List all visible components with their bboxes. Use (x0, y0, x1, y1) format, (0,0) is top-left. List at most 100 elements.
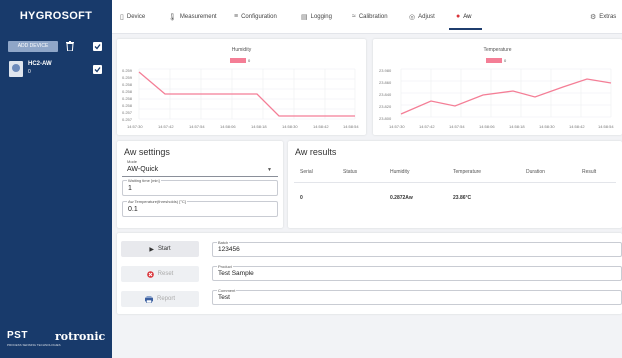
results-humidity: 0.2872Aw (390, 195, 413, 201)
product-field[interactable]: Product Test Sample (212, 264, 622, 281)
waiting-time-field[interactable]: Waiting time [min] 1 (122, 178, 278, 196)
tab-label: Extras (599, 14, 617, 20)
comment-field[interactable]: Comment Test (212, 288, 622, 305)
threshold-field[interactable]: Aw Temperature(thresholds) [°C] 0.1 (122, 199, 278, 217)
results-header-humidity: Humidity (390, 169, 410, 175)
tab-configuration[interactable]: ≡ Configuration (234, 13, 277, 20)
y-tick: 0.257 (122, 110, 133, 115)
x-tick: 14:58:30 (282, 124, 298, 129)
results-header-temperature: Temperature (453, 169, 482, 175)
y-tick: 0.259 (122, 68, 133, 73)
mode-value: AW-Quick (127, 166, 159, 173)
y-tick: 0.257 (122, 117, 133, 122)
add-device-button[interactable]: ADD DEVICE (8, 41, 58, 52)
temperature-chart-card: Temperature 0 23.980 23.860 23.840 23.82… (373, 39, 622, 135)
pst-logo-tagline: PROCESS SENSING TECHNOLOGIES (7, 343, 61, 347)
humidity-chart-card: Humidity 0 0.259 0.259 0.258 0.258 0.258… (117, 39, 366, 135)
device-icon: ▯ (120, 14, 124, 21)
calibration-icon: ≈ (352, 13, 356, 20)
tab-label: Measurement (179, 14, 217, 20)
aw-settings-title: Aw settings (124, 147, 170, 157)
results-divider (294, 182, 616, 183)
waiting-time-label: Waiting time [min] (127, 178, 161, 183)
threshold-value: 0.1 (128, 206, 138, 213)
x-tick: 14:57:30 (127, 124, 143, 129)
y-tick: 23.840 (379, 92, 392, 97)
gear-icon: ⚙ (590, 14, 597, 21)
product-value: Test Sample (218, 270, 254, 277)
y-tick: 0.258 (122, 82, 133, 87)
tab-label: Device (126, 14, 146, 20)
sliders-icon: ≡ (234, 13, 239, 20)
x-tick: 14:58:18 (509, 124, 525, 129)
mode-label: Mode (126, 159, 139, 164)
aw-results-title: Aw results (295, 147, 337, 157)
chevron-down-icon: ▼ (267, 167, 272, 173)
x-tick: 14:58:42 (313, 124, 329, 129)
device-name[interactable]: HC2-AW (28, 61, 52, 67)
device-checkbox[interactable] (93, 65, 102, 74)
report-button[interactable]: Report (121, 291, 199, 307)
tab-calibration[interactable]: ≈ Calibration (352, 13, 388, 20)
top-nav: ▯ Device 🌡︎ Measurement ≡ Configuration … (112, 0, 622, 34)
y-tick: 0.259 (122, 75, 133, 80)
trash-icon[interactable] (66, 41, 74, 51)
results-serial: 0 (300, 195, 303, 201)
x-tick: 14:57:30 (389, 124, 405, 129)
water-drop-icon: ● (456, 13, 461, 20)
y-tick: 23.860 (379, 80, 392, 85)
rotronic-logo: rotronic (55, 330, 106, 343)
batch-value: 123456 (218, 246, 240, 253)
humidity-series-line (138, 71, 355, 117)
y-tick: 0.258 (122, 96, 133, 101)
comment-value: Test (218, 294, 230, 301)
x-tick: 14:58:30 (539, 124, 555, 129)
x-tick: 14:58:06 (479, 124, 495, 129)
tab-label: Calibration (358, 13, 388, 20)
device-serial: 0 (28, 69, 31, 75)
y-tick: 23.800 (379, 116, 392, 121)
results-temperature: 23.86°C (453, 195, 472, 201)
tab-aw[interactable]: ● Aw (456, 13, 471, 20)
select-all-checkbox[interactable] (93, 42, 102, 51)
comment-label: Comment (217, 288, 237, 293)
temperature-series-line (400, 78, 612, 115)
device-icon (9, 61, 23, 77)
tab-logging[interactable]: ▤ Logging (301, 13, 332, 21)
results-header-result: Result (582, 169, 597, 175)
tab-adjust[interactable]: ◎ Adjust (409, 13, 435, 21)
results-header-status: Status (343, 169, 358, 175)
x-tick: 14:58:54 (598, 124, 614, 129)
aw-results-card: Aw results (288, 141, 622, 228)
humidity-plot: 0.259 0.259 0.258 0.258 0.258 0.258 0.25… (122, 68, 359, 129)
tab-extras[interactable]: ⚙ Extras (590, 13, 616, 21)
start-button[interactable]: ▶ Start (121, 241, 199, 257)
tab-label: Adjust (418, 14, 435, 20)
y-tick: 23.820 (379, 104, 392, 109)
x-tick: 14:57:42 (158, 124, 174, 129)
results-header-duration: Duration (526, 169, 545, 175)
active-tab-indicator (449, 28, 482, 30)
tab-device[interactable]: ▯ Device (120, 13, 145, 21)
x-tick: 14:58:42 (569, 124, 585, 129)
x-tick: 14:58:18 (251, 124, 267, 129)
product-label: Product (217, 264, 233, 269)
mode-select[interactable]: Mode AW-Quick ▼ (122, 159, 278, 177)
reset-button[interactable]: Reset (121, 266, 199, 282)
logging-icon: ▤ (301, 14, 308, 21)
adjust-icon: ◎ (409, 14, 416, 21)
thermometer-icon: 🌡︎ (168, 14, 177, 21)
batch-field[interactable]: Batch 123456 (212, 240, 622, 257)
pst-logo: PST (7, 330, 28, 341)
start-label: Start (157, 246, 171, 252)
tab-label: Logging (310, 14, 332, 20)
x-tick: 14:58:54 (343, 124, 359, 129)
x-tick: 14:57:54 (189, 124, 205, 129)
y-tick: 0.258 (122, 89, 133, 94)
temperature-plot: 23.980 23.860 23.840 23.820 23.800 14:57… (379, 68, 614, 129)
y-tick: 0.258 (122, 103, 133, 108)
reset-icon (146, 270, 154, 278)
tab-measurement[interactable]: 🌡︎ Measurement (168, 13, 217, 21)
x-tick: 14:57:54 (449, 124, 465, 129)
threshold-label: Aw Temperature(thresholds) [°C] (127, 199, 187, 204)
